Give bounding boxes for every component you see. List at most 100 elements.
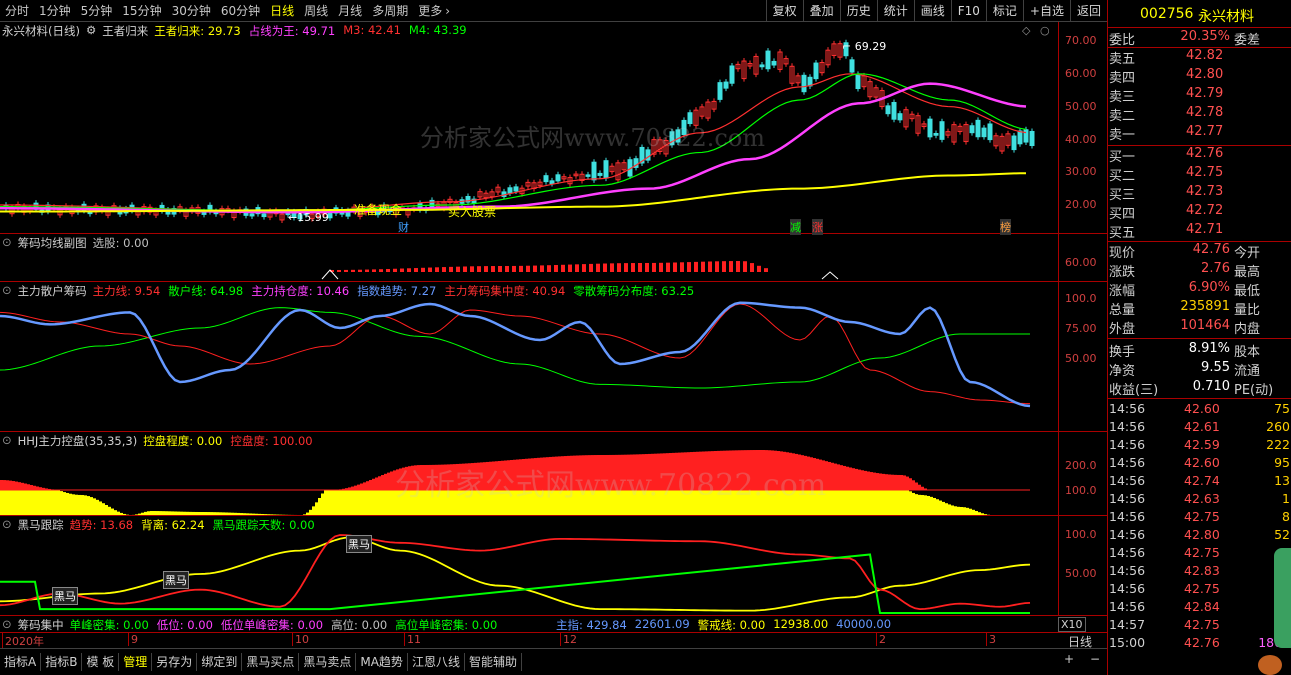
indicator-value: 主力持仓度: 10.46 bbox=[251, 284, 350, 298]
control-bar-red bbox=[6, 480, 9, 490]
control-bar-red bbox=[534, 458, 537, 490]
buy-order-row[interactable]: 买二 42.75 bbox=[1108, 165, 1291, 184]
control-bar-red bbox=[378, 476, 381, 490]
control-bar-yellow bbox=[45, 490, 48, 515]
indicator-tab[interactable]: 黑马买点 bbox=[242, 653, 300, 671]
indicator-value: 40000.00 bbox=[836, 617, 892, 631]
tick-time: 15:00 bbox=[1109, 635, 1146, 650]
control-bar-red bbox=[909, 478, 912, 490]
control-bar-red bbox=[678, 452, 681, 490]
collapse-chevron-icon[interactable]: ⊙ bbox=[2, 433, 12, 449]
control-bar-red bbox=[567, 455, 570, 490]
panel4-title[interactable]: HHJ主力控盘(35,35,3) bbox=[18, 433, 138, 449]
control-bar-red bbox=[582, 455, 585, 490]
control-bar-yellow bbox=[348, 490, 351, 515]
control-bar-red bbox=[354, 485, 357, 490]
control-bar-red bbox=[729, 450, 732, 490]
tick-price: 42.84 bbox=[1184, 599, 1220, 614]
chip-bar bbox=[561, 264, 565, 272]
tick-row: 14:5642.758 bbox=[1108, 581, 1291, 599]
panel3-title[interactable]: 主力散户筹码 bbox=[18, 283, 87, 299]
date-tick-label: 2020年 bbox=[2, 633, 44, 649]
collapse-chevron-icon[interactable]: ⊙ bbox=[2, 517, 12, 533]
tick-price: 42.63 bbox=[1184, 491, 1220, 506]
tick-row: 14:5742.751 bbox=[1108, 617, 1291, 635]
control-bar-yellow bbox=[585, 490, 588, 515]
control-bar-yellow bbox=[861, 490, 864, 515]
sell-order-row[interactable]: 卖二 42.78 bbox=[1108, 105, 1291, 124]
indicator-tab[interactable]: 江恩八线 bbox=[408, 653, 465, 671]
panel-divider bbox=[0, 431, 1107, 432]
panel5-axis: 100.0 50.00 bbox=[1058, 516, 1107, 615]
control-bar-yellow bbox=[438, 490, 441, 515]
indicator-tab[interactable]: 指标A bbox=[0, 653, 42, 671]
sell-order-row[interactable]: 卖五 42.82 bbox=[1108, 48, 1291, 67]
marker-list-badge[interactable]: 榜 bbox=[1000, 219, 1011, 235]
indicator-tab[interactable]: 另存为 bbox=[152, 653, 198, 671]
sell-order-row[interactable]: 卖四 42.80 bbox=[1108, 67, 1291, 86]
control-bar-yellow bbox=[336, 490, 339, 515]
panel6-title[interactable]: 筹码集中 bbox=[18, 617, 64, 633]
indicator-tab[interactable]: 黑马卖点 bbox=[299, 653, 357, 671]
chip-bar bbox=[386, 268, 390, 272]
stats-divider bbox=[1108, 398, 1291, 399]
side-widget-tab[interactable] bbox=[1274, 548, 1291, 648]
sell-order-row[interactable]: 卖一 42.77 bbox=[1108, 124, 1291, 143]
date-tick-label: 10 bbox=[292, 633, 309, 646]
indicator-value: 黑马跟踪天数: 0.00 bbox=[212, 518, 315, 532]
zoom-out-icon[interactable]: − bbox=[1090, 652, 1100, 666]
chip-bar bbox=[750, 263, 754, 272]
indicator-tab[interactable]: 模 板 bbox=[82, 653, 120, 671]
control-bar-yellow bbox=[393, 490, 396, 515]
indicator-value: 低位单峰密集: 0.00 bbox=[220, 618, 324, 632]
control-bar-red bbox=[777, 451, 780, 490]
control-bar-yellow bbox=[891, 490, 894, 515]
control-bar-red bbox=[735, 450, 738, 490]
control-bar-yellow bbox=[612, 490, 615, 515]
control-bar-red bbox=[612, 454, 615, 490]
zoom-in-icon[interactable]: + bbox=[1064, 652, 1074, 666]
buy-order-row[interactable]: 买四 42.72 bbox=[1108, 203, 1291, 222]
control-bar-yellow bbox=[627, 490, 630, 515]
collapse-chevron-icon[interactable]: ⊙ bbox=[2, 283, 12, 299]
indicator-value: 趋势: 13.68 bbox=[69, 518, 134, 532]
sell-order-row[interactable]: 卖三 42.79 bbox=[1108, 86, 1291, 105]
control-bar-red bbox=[660, 453, 663, 490]
marker-limit-badge[interactable]: 涨 bbox=[812, 219, 823, 235]
control-bar-red bbox=[813, 458, 816, 490]
chart-canvas[interactable] bbox=[0, 0, 1107, 648]
control-bar-yellow bbox=[360, 490, 363, 515]
control-bar-yellow bbox=[879, 490, 882, 515]
control-bar-yellow bbox=[789, 490, 792, 515]
panel5-title[interactable]: 黑马跟踪 bbox=[18, 517, 64, 533]
tick-price: 42.75 bbox=[1184, 581, 1220, 596]
control-bar-red bbox=[609, 454, 612, 490]
tick-time: 14:56 bbox=[1109, 581, 1146, 596]
control-bar-red bbox=[390, 471, 393, 490]
indicator-tab[interactable]: 智能辅助 bbox=[465, 653, 522, 671]
marker-reduce-badge[interactable]: 减 bbox=[790, 219, 801, 235]
chip-bar bbox=[505, 265, 509, 272]
control-bar-yellow bbox=[762, 490, 765, 515]
indicator-tab[interactable]: MA趋势 bbox=[356, 653, 408, 671]
indicator-tab[interactable]: 绑定到 bbox=[197, 653, 243, 671]
control-bar-red bbox=[711, 451, 714, 490]
marker-finance-badge[interactable]: 财 bbox=[398, 219, 409, 235]
control-bar-yellow bbox=[660, 490, 663, 515]
collapse-chevron-icon[interactable]: ⊙ bbox=[2, 235, 12, 251]
buy-order-row[interactable]: 买三 42.73 bbox=[1108, 184, 1291, 203]
zoom-indicator[interactable]: X10 bbox=[1058, 617, 1086, 632]
control-bar-yellow bbox=[12, 490, 15, 515]
panel2-axis: 60.00 bbox=[1058, 234, 1107, 281]
indicator-tab[interactable]: 指标B bbox=[41, 653, 83, 671]
control-bar-red bbox=[741, 450, 744, 490]
control-bar-yellow bbox=[84, 495, 87, 515]
control-bar-yellow bbox=[618, 490, 621, 515]
indicator-tab[interactable]: 管理 bbox=[119, 653, 153, 671]
collapse-chevron-icon[interactable]: ⊙ bbox=[2, 617, 12, 633]
control-bar-red bbox=[789, 452, 792, 490]
buy-order-row[interactable]: 买一 42.76 bbox=[1108, 146, 1291, 165]
buy-order-row[interactable]: 买五 42.71 bbox=[1108, 222, 1291, 241]
panel2-title[interactable]: 筹码均线副图 bbox=[18, 235, 87, 251]
control-bar-yellow bbox=[423, 490, 426, 515]
